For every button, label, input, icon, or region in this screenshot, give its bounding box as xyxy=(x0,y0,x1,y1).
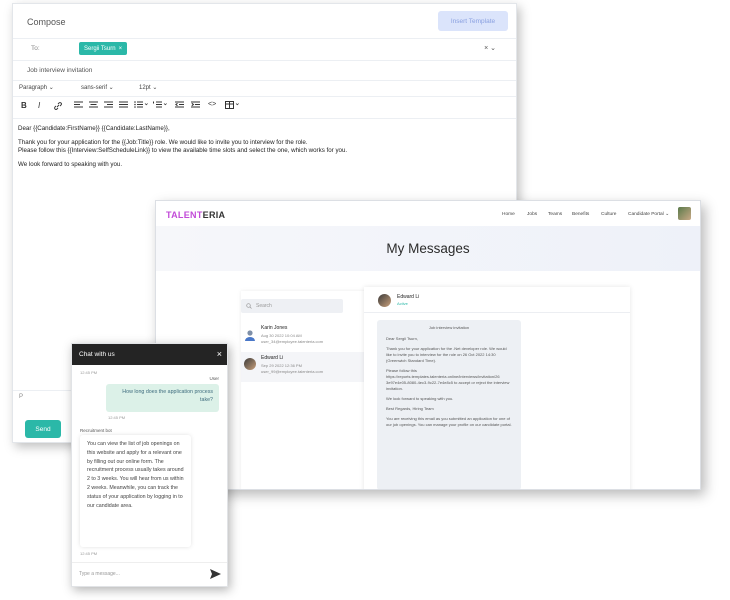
avatar xyxy=(378,294,391,307)
thread-contact-name: Edward Li xyxy=(397,294,420,300)
user-avatar[interactable] xyxy=(678,207,691,220)
default-avatar-icon xyxy=(244,328,256,341)
divider xyxy=(13,96,516,97)
indent-icon[interactable] xyxy=(191,101,200,111)
sender-label: Recruitment bot xyxy=(80,428,112,433)
divider xyxy=(13,38,516,39)
contact-date: Aug 30 2022 10:04 AM xyxy=(261,333,302,338)
remove-recipient-icon[interactable]: × xyxy=(119,46,123,52)
conversation-item[interactable]: Karin Jones Aug 30 2022 10:04 AM user_34… xyxy=(241,322,369,352)
conversation-item-selected[interactable]: Edward Li Sep 29 2022 12:36 PM user_99@e… xyxy=(241,352,369,382)
nav-candidate-portal[interactable]: Candidate Portal ⌄ xyxy=(628,212,669,217)
user-message: How long does the application process ta… xyxy=(106,384,219,412)
align-center-icon[interactable] xyxy=(89,101,98,111)
body-line: Please follow this {{Interview:SelfSched… xyxy=(18,147,348,154)
divider xyxy=(13,80,516,81)
send-button[interactable]: Send xyxy=(25,420,61,438)
align-right-icon[interactable] xyxy=(104,101,113,111)
status-badge: Active xyxy=(397,301,408,306)
insert-template-button[interactable]: Insert Template xyxy=(438,11,508,31)
divider xyxy=(13,60,516,61)
outdent-icon[interactable] xyxy=(174,101,184,111)
candidate-portal-window: TALENTERIA Home Jobs Teams Benefits Cult… xyxy=(155,200,701,490)
contact-email: user_34@employee.talenteria.com xyxy=(261,339,324,344)
contact-name: Edward Li xyxy=(261,355,284,361)
numbered-list-icon[interactable] xyxy=(153,101,167,111)
nav-benefits[interactable]: Benefits xyxy=(572,212,589,217)
bullet-list-icon[interactable] xyxy=(134,101,148,111)
chat-input-bar: Type a message... xyxy=(72,562,227,586)
font-size-select[interactable]: 12pt ⌄ xyxy=(139,84,157,91)
chat-header: Chat with us × xyxy=(72,344,227,365)
message-thread: Edward Li Active Job interview invitatio… xyxy=(364,287,630,489)
table-icon[interactable] xyxy=(225,101,240,111)
send-icon[interactable] xyxy=(210,569,221,579)
body-line: We look forward to speaking with you. xyxy=(18,161,123,168)
message-input[interactable]: Type a message... xyxy=(79,571,120,577)
divider xyxy=(364,312,630,313)
font-select[interactable]: sans-serif ⌄ xyxy=(81,84,114,91)
subject-field[interactable]: Job interview invitation xyxy=(27,67,92,74)
source-code-icon[interactable]: <> xyxy=(208,101,216,108)
timestamp: 12:45 PM xyxy=(108,415,126,420)
message-line: Dear Sergii Tsurn, xyxy=(386,336,418,341)
timestamp: 12:45 PM xyxy=(80,551,98,556)
nav-teams[interactable]: Teams xyxy=(548,212,562,217)
body-line: Thank you for your application for the {… xyxy=(18,139,308,146)
contact-date: Sep 29 2022 12:36 PM xyxy=(261,363,302,368)
align-left-icon[interactable] xyxy=(74,101,83,111)
sender-label: User xyxy=(209,376,219,381)
message-line: Please follow this https://reports.templ… xyxy=(386,368,510,391)
conversation-list: Search Karin Jones Aug 30 2022 10:04 AM … xyxy=(241,291,369,489)
message-subject: Job interview invitation xyxy=(428,325,470,330)
page-title: My Messages xyxy=(386,241,470,256)
message-body-editor[interactable]: Dear {{Candidate:FirstName}} {{Candidate… xyxy=(18,125,508,175)
search-input[interactable]: Search xyxy=(241,299,343,313)
message-line: We look forward to speaking with you. xyxy=(386,396,454,401)
avatar xyxy=(244,358,256,370)
italic-button[interactable]: I xyxy=(38,101,40,110)
block-format-select[interactable]: Paragraph ⌄ xyxy=(19,84,54,91)
divider xyxy=(13,118,516,119)
to-label: To: xyxy=(31,45,40,52)
contact-email: user_99@employee.talenteria.com xyxy=(261,369,324,374)
nav-culture[interactable]: Culture xyxy=(601,212,616,217)
recipient-name: Sergii Tsurn xyxy=(84,45,116,52)
talenteria-logo[interactable]: TALENTERIA xyxy=(166,210,225,220)
search-icon xyxy=(246,303,252,309)
timestamp: 12:45 PM xyxy=(80,370,98,375)
message-line: Thank you for your application for the .… xyxy=(386,346,507,363)
to-field-controls[interactable]: × ⌄ xyxy=(484,44,496,52)
nav-home[interactable]: Home xyxy=(502,212,515,217)
chat-title: Chat with us xyxy=(79,351,115,358)
compose-title: Compose xyxy=(27,17,66,27)
link-icon[interactable] xyxy=(53,101,63,113)
close-icon[interactable]: × xyxy=(217,349,222,359)
contact-name: Karin Jones xyxy=(261,325,288,331)
message-line: Best Regards, Hiring Team xyxy=(386,406,434,411)
bot-message: You can view the list of job openings on… xyxy=(80,435,191,547)
bold-button[interactable]: B xyxy=(21,101,27,110)
message-line: You are receiving this email as you subm… xyxy=(386,416,512,427)
chat-widget: Chat with us × 12:45 PM User How long do… xyxy=(71,343,228,587)
recipient-chip[interactable]: Sergii Tsurn × xyxy=(79,42,128,55)
justify-icon[interactable] xyxy=(119,101,128,111)
message-bubble: Job interview invitation Dear Sergii Tsu… xyxy=(377,320,521,489)
body-line: Dear {{Candidate:FirstName}} {{Candidate… xyxy=(18,125,170,132)
element-path: P xyxy=(19,394,24,400)
nav-jobs[interactable]: Jobs xyxy=(527,212,537,217)
